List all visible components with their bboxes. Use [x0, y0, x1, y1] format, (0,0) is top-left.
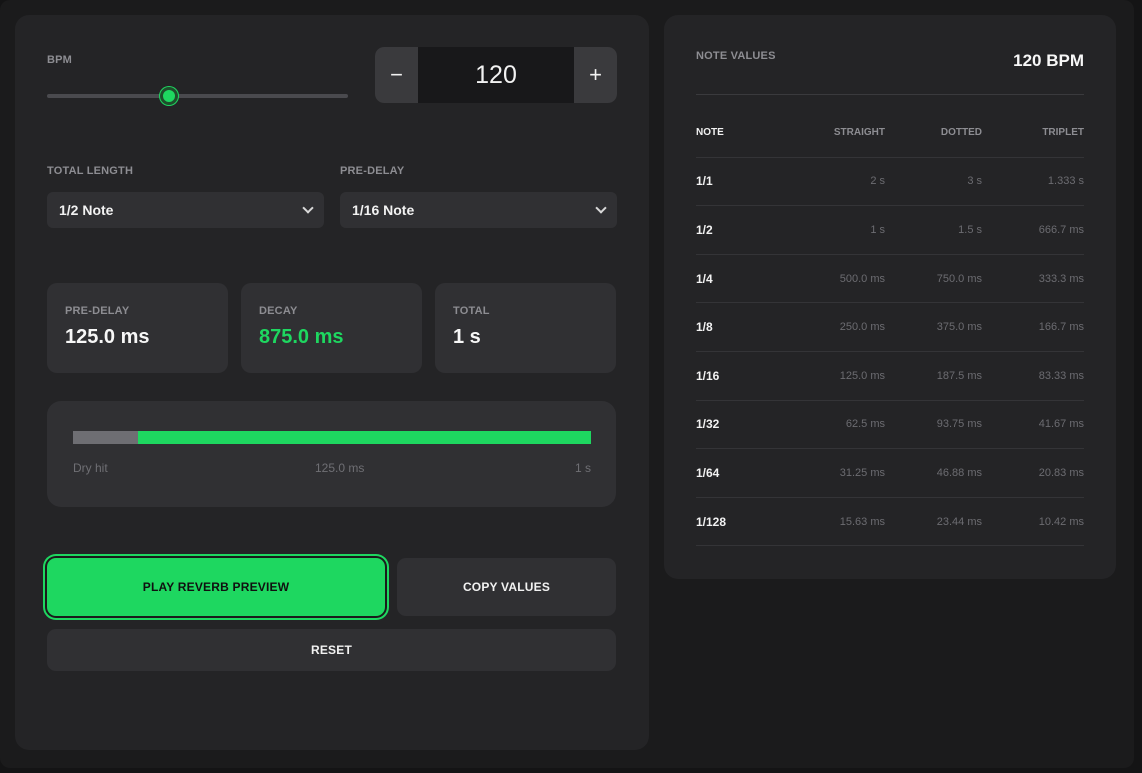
note-cell: 1/2 — [696, 222, 713, 237]
timeline-mid-label: 125.0 ms — [315, 461, 365, 475]
divider — [696, 94, 1084, 95]
triplet-cell: 1.333 s — [1047, 175, 1084, 188]
note-cell: 1/4 — [696, 271, 713, 286]
timeline-start-label: Dry hit — [73, 461, 108, 475]
straight-cell: 2 s — [870, 175, 885, 188]
total-length-select[interactable]: 1/2 Note — [47, 192, 324, 228]
predelay-stat-card: PRE-DELAY 125.0 ms — [47, 283, 228, 373]
play-reverb-preview-button[interactable]: PLAY REVERB PREVIEW — [47, 558, 385, 616]
dotted-cell: 750.0 ms — [936, 272, 982, 285]
table-row: 1/64 31.25 ms 46.88 ms 20.83 ms — [696, 449, 1084, 498]
straight-cell: 250.0 ms — [839, 321, 885, 334]
header-straight: STRAIGHT — [833, 127, 885, 139]
bpm-label: BPM — [47, 54, 73, 66]
table-row: 1/4 500.0 ms 750.0 ms 333.3 ms — [696, 255, 1084, 304]
note-values-title: NOTE VALUES — [696, 50, 776, 62]
app-frame: BPM − 120 + TOTAL LENGTH 1/2 Note PRE-DE… — [0, 0, 1134, 768]
dotted-cell: 23.44 ms — [936, 515, 982, 528]
dotted-cell: 3 s — [967, 175, 982, 188]
straight-cell: 31.25 ms — [839, 466, 885, 479]
triplet-cell: 83.33 ms — [1038, 369, 1084, 382]
note-cell: 1/16 — [696, 368, 720, 383]
dotted-cell: 46.88 ms — [936, 466, 982, 479]
straight-cell: 15.63 ms — [839, 515, 885, 528]
predelay-select-label: PRE-DELAY — [340, 165, 405, 177]
bpm-slider-track[interactable] — [47, 94, 348, 98]
dotted-cell: 375.0 ms — [936, 321, 982, 334]
predelay-select-value: 1/16 Note — [352, 202, 415, 218]
total-length-value: 1/2 Note — [59, 202, 114, 218]
note-values-bpm: 120 BPM — [1013, 51, 1084, 70]
note-cell: 1/128 — [696, 514, 727, 529]
bpm-slider[interactable] — [47, 87, 348, 105]
note-cell: 1/8 — [696, 320, 713, 335]
note-cell: 1/1 — [696, 174, 713, 189]
table-row: 1/1 2 s 3 s 1.333 s — [696, 158, 1084, 207]
copy-values-button[interactable]: COPY VALUES — [397, 558, 616, 616]
straight-cell: 62.5 ms — [845, 418, 885, 431]
timeline-bar — [73, 431, 591, 444]
header-dotted: DOTTED — [940, 127, 982, 139]
total-stat-card: TOTAL 1 s — [435, 283, 616, 373]
table-row: 1/128 15.63 ms 23.44 ms 10.42 ms — [696, 498, 1084, 547]
note-values-table: NOTE STRAIGHT DOTTED TRIPLET 1/1 2 s 3 s… — [696, 109, 1084, 547]
total-stat-label: TOTAL — [453, 305, 490, 317]
table-row: 1/2 1 s 1.5 s 666.7 ms — [696, 206, 1084, 255]
bpm-increment-button[interactable]: + — [574, 47, 617, 103]
table-row: 1/16 125.0 ms 187.5 ms 83.33 ms — [696, 352, 1084, 401]
predelay-stat-label: PRE-DELAY — [65, 305, 130, 317]
straight-cell: 1 s — [870, 223, 885, 236]
triplet-cell: 10.42 ms — [1038, 515, 1084, 528]
triplet-cell: 41.67 ms — [1038, 418, 1084, 431]
table-row: 1/8 250.0 ms 375.0 ms 166.7 ms — [696, 303, 1084, 352]
predelay-select[interactable]: 1/16 Note — [340, 192, 617, 228]
reset-button[interactable]: RESET — [47, 629, 616, 671]
dotted-cell: 93.75 ms — [936, 418, 982, 431]
bpm-slider-thumb[interactable] — [159, 87, 178, 105]
triplet-cell: 166.7 ms — [1038, 321, 1084, 334]
chevron-down-icon — [302, 202, 314, 214]
note-values-panel: NOTE VALUES 120 BPM NOTE STRAIGHT DOTTED… — [664, 15, 1116, 579]
straight-cell: 125.0 ms — [839, 369, 885, 382]
triplet-cell: 333.3 ms — [1038, 272, 1084, 285]
reverb-calculator-panel: BPM − 120 + TOTAL LENGTH 1/2 Note PRE-DE… — [15, 15, 649, 750]
triplet-cell: 20.83 ms — [1038, 466, 1084, 479]
straight-cell: 500.0 ms — [839, 272, 885, 285]
header-note: NOTE — [696, 127, 724, 139]
bpm-stepper: − 120 + — [375, 47, 617, 103]
triplet-cell: 666.7 ms — [1038, 223, 1084, 236]
timeline-predelay-segment — [73, 431, 138, 444]
decay-stat-value: 875.0 ms — [259, 326, 344, 348]
timeline-end-label: 1 s — [574, 461, 591, 475]
total-stat-value: 1 s — [453, 326, 481, 348]
total-length-label: TOTAL LENGTH — [47, 165, 134, 177]
bpm-input[interactable]: 120 — [418, 47, 574, 103]
chevron-down-icon — [595, 202, 607, 214]
reverb-timeline: Dry hit 125.0 ms 1 s — [47, 401, 616, 507]
decay-stat-label: DECAY — [259, 305, 298, 317]
bpm-decrement-button[interactable]: − — [375, 47, 418, 103]
dotted-cell: 187.5 ms — [936, 369, 982, 382]
note-cell: 1/32 — [696, 417, 720, 432]
dotted-cell: 1.5 s — [958, 223, 982, 236]
table-header-row: NOTE STRAIGHT DOTTED TRIPLET — [696, 109, 1084, 158]
note-cell: 1/64 — [696, 465, 720, 480]
header-triplet: TRIPLET — [1042, 127, 1084, 139]
table-row: 1/32 62.5 ms 93.75 ms 41.67 ms — [696, 401, 1084, 450]
timeline-decay-segment — [137, 431, 591, 444]
decay-stat-card: DECAY 875.0 ms — [241, 283, 422, 373]
predelay-stat-value: 125.0 ms — [65, 326, 150, 348]
